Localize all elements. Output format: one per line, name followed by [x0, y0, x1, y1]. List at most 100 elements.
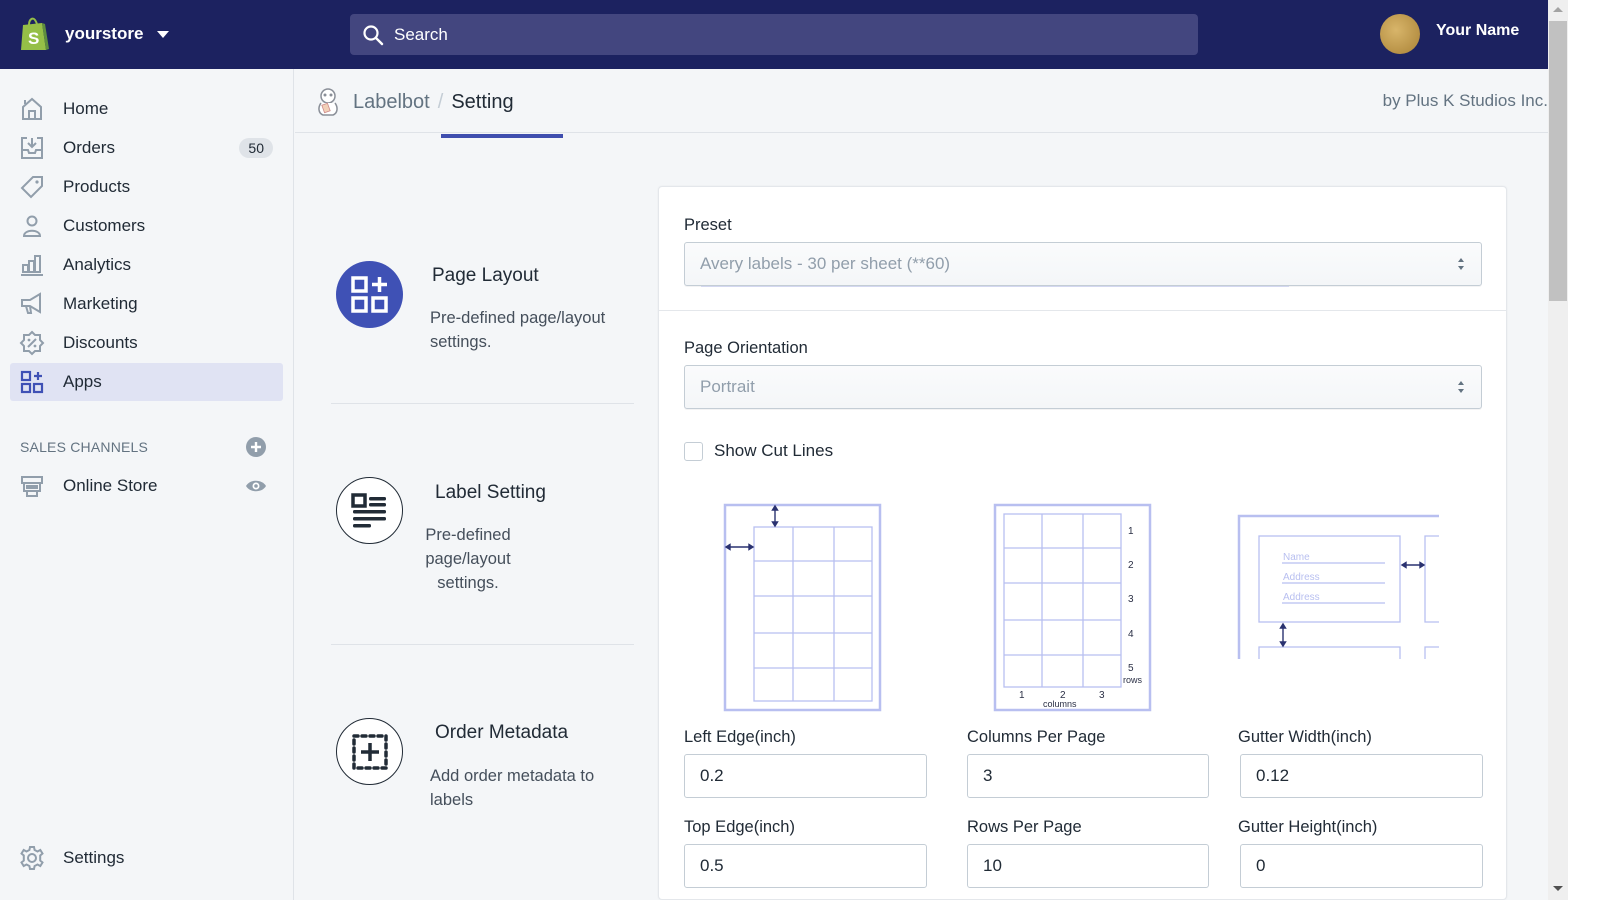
caret-down-icon	[157, 30, 170, 38]
scroll-down-arrow-icon[interactable]	[1553, 886, 1563, 891]
page-scrollbar[interactable]	[1548, 0, 1568, 900]
discount-icon	[19, 330, 45, 356]
preset-select[interactable]: Avery labels - 30 per sheet (**60)	[684, 242, 1482, 286]
page-margin	[1568, 0, 1600, 900]
preset-selected-value: Avery labels - 30 per sheet (**60)	[700, 254, 951, 273]
left-edge-label: Left Edge(inch)	[684, 728, 796, 746]
sidebar-item-discounts[interactable]: Discounts	[10, 324, 283, 362]
select-arrows-icon	[1458, 258, 1464, 270]
feature-order-metadata[interactable]: Order Metadata Add order metadata to lab…	[336, 718, 594, 809]
preset-label: Preset	[684, 216, 732, 234]
add-metadata-icon	[336, 718, 403, 785]
feature-title: Order Metadata	[435, 722, 569, 743]
gutter-field-label: Address	[1283, 592, 1320, 603]
rows-per-page-input[interactable]	[967, 844, 1209, 888]
store-switcher[interactable]: S yourstore	[18, 16, 170, 52]
gutter-field-label: Address	[1283, 572, 1320, 583]
user-menu[interactable]: Your Name	[1380, 14, 1519, 54]
feature-description: Pre-defined page/layout settings.	[430, 309, 606, 351]
bar-chart-icon	[19, 252, 45, 278]
left-edge-input[interactable]	[684, 754, 927, 798]
rows-per-page-label: Rows Per Page	[967, 818, 1082, 836]
feature-description: Pre-defined page/layout settings.	[425, 526, 511, 592]
orientation-select[interactable]: Portrait	[684, 365, 1482, 409]
gutter-height-input[interactable]	[1240, 844, 1483, 888]
columns-per-page-label: Columns Per Page	[967, 728, 1106, 746]
gutter-width-input[interactable]	[1240, 754, 1483, 798]
columns-caption: columns	[1043, 699, 1077, 709]
sidebar-item-label: Products	[63, 177, 131, 196]
search-bar[interactable]	[350, 14, 1198, 55]
sidebar-item-label: Customers	[63, 216, 146, 235]
eye-icon[interactable]	[245, 475, 267, 497]
feature-title: Label Setting	[435, 482, 546, 503]
sidebar-item-label: Discounts	[63, 333, 138, 352]
select-arrows-icon	[1458, 381, 1464, 393]
tag-icon	[19, 174, 45, 200]
sales-channels-heading: SALES CHANNELS	[20, 439, 149, 455]
feature-title: Page Layout	[432, 265, 539, 286]
sidebar-item-label: Analytics	[63, 255, 132, 274]
gutter-height-label: Gutter Height(inch)	[1238, 818, 1378, 836]
user-name: Your Name	[1436, 22, 1520, 39]
columns-per-page-input[interactable]	[967, 754, 1209, 798]
breadcrumb: Labelbot / Setting	[315, 87, 514, 117]
sidebar-item-label: Online Store	[63, 476, 158, 495]
orders-icon	[19, 135, 45, 161]
sidebar-item-apps[interactable]: Apps	[10, 363, 283, 401]
top-edge-input[interactable]	[684, 844, 927, 888]
sidebar-item-online-store[interactable]: Online Store	[10, 467, 283, 505]
row-number-label: 4	[1128, 629, 1134, 640]
sidebar-item-customers[interactable]: Customers	[10, 207, 283, 245]
avatar	[1380, 14, 1420, 54]
sidebar-item-label: Apps	[63, 372, 102, 391]
store-name: yourstore	[65, 24, 144, 43]
orders-count-badge: 50	[239, 138, 273, 158]
card-section-divider	[659, 310, 1506, 311]
apps-icon	[19, 369, 45, 395]
sidebar-item-label: Home	[63, 99, 109, 118]
gutter-field-label: Name	[1283, 552, 1310, 563]
page-header: Labelbot / Setting by Plus K Studios Inc…	[295, 69, 1548, 133]
breadcrumb-separator: /	[437, 90, 444, 113]
column-number-label: 3	[1099, 690, 1105, 701]
sidebar-item-products[interactable]: Products	[10, 168, 283, 206]
scroll-up-arrow-icon[interactable]	[1553, 7, 1563, 12]
row-number-label: 5	[1128, 663, 1134, 674]
add-sales-channel-icon[interactable]	[245, 436, 267, 458]
svg-text:S: S	[28, 29, 39, 48]
sidebar-item-analytics[interactable]: Analytics	[10, 246, 283, 284]
top-edge-label: Top Edge(inch)	[684, 818, 795, 836]
apps-icon	[336, 261, 403, 328]
margin-diagram	[723, 503, 882, 712]
row-number-label: 2	[1128, 560, 1134, 571]
store-icon	[19, 473, 45, 499]
sidebar-item-label: Orders	[63, 138, 115, 157]
sidebar-item-orders[interactable]: Orders 50	[10, 129, 283, 167]
sidebar-item-settings[interactable]: Settings	[10, 839, 283, 877]
show-cut-lines-label[interactable]: Show Cut Lines	[714, 441, 833, 461]
row-number-label: 3	[1128, 594, 1134, 605]
row-number-label: 1	[1128, 526, 1134, 537]
search-input[interactable]	[394, 24, 1174, 45]
gear-icon	[19, 845, 45, 871]
megaphone-icon	[19, 291, 45, 317]
sidebar: Home Orders 50 Products Customers Analyt…	[0, 69, 294, 900]
sidebar-item-marketing[interactable]: Marketing	[10, 285, 283, 323]
person-icon	[19, 213, 45, 239]
orientation-selected-value: Portrait	[700, 377, 755, 396]
rows-caption: rows	[1123, 675, 1143, 685]
show-cut-lines-checkbox[interactable]	[684, 442, 703, 461]
sidebar-item-label: Marketing	[63, 294, 138, 313]
gutter-diagram: Name Address Address	[1237, 514, 1439, 659]
scrollbar-thumb[interactable]	[1549, 21, 1567, 301]
preset-underline	[701, 286, 1289, 287]
breadcrumb-app-link[interactable]: Labelbot	[353, 91, 430, 114]
sidebar-item-home[interactable]: Home	[10, 90, 283, 128]
label-layout-icon	[336, 477, 403, 544]
gutter-width-label: Gutter Width(inch)	[1238, 728, 1372, 746]
orientation-label: Page Orientation	[684, 339, 808, 357]
active-tab-indicator	[441, 134, 563, 138]
feature-page-layout[interactable]: Page Layout Pre-defined page/layout sett…	[336, 261, 605, 351]
feature-label-setting[interactable]: Label Setting Pre-defined page/layout se…	[336, 477, 546, 592]
